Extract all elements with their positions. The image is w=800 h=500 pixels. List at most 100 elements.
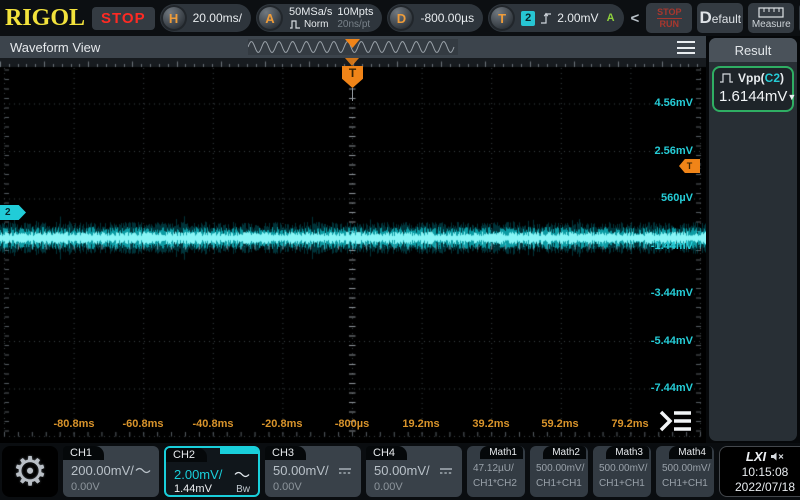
ruler-icon bbox=[758, 7, 784, 18]
channel2-active-strip bbox=[220, 448, 258, 454]
measure-label: Measure bbox=[752, 19, 791, 30]
time-label: -60.8ms bbox=[123, 418, 164, 430]
trigger-mode: A bbox=[607, 12, 615, 24]
channel2-card[interactable]: CH2 2.00mV/ 1.44mV Bw bbox=[164, 446, 260, 497]
trigger-control[interactable]: T 2 2.00mV A bbox=[488, 4, 623, 32]
voltage-label: -1.44mV bbox=[651, 239, 693, 253]
math2-card[interactable]: Math2 500.00mV/ CH1+CH1 bbox=[530, 446, 588, 497]
oscilloscope-screen: RIGOL STOP H 20.00ms/ A 50MSa/s Norm 10M… bbox=[0, 0, 800, 500]
math3-expression: CH1+CH1 bbox=[599, 478, 645, 489]
stop-label: STOP bbox=[657, 7, 681, 17]
rising-edge-icon bbox=[540, 11, 552, 25]
trigger-source-badge: 2 bbox=[521, 11, 535, 26]
dc-coupling-icon bbox=[337, 466, 353, 475]
rigol-gear-icon: ⚙ bbox=[12, 452, 48, 492]
channel1-offset: 0.00V bbox=[71, 481, 100, 493]
math1-scale: 47.12µU/ bbox=[473, 463, 514, 474]
memory-depth: 10Mpts bbox=[337, 6, 373, 18]
delay-knob-icon: D bbox=[388, 5, 414, 31]
voltage-label: 560µV bbox=[661, 191, 693, 205]
menu-expand-icon[interactable] bbox=[658, 408, 694, 434]
channel1-card[interactable]: CH1 200.00mV/ 0.00V bbox=[63, 446, 159, 497]
channel4-offset: 0.00V bbox=[374, 481, 403, 493]
voltage-label: 2.56mV bbox=[654, 144, 693, 158]
math1-tab: Math1 bbox=[480, 446, 523, 459]
grid-canvas[interactable] bbox=[0, 58, 706, 443]
channel3-card[interactable]: CH3 50.00mV/ 0.00V bbox=[265, 446, 361, 497]
sample-rate: 50MSa/s bbox=[289, 6, 332, 18]
channel2-tab: CH2 bbox=[166, 448, 207, 462]
math4-scale: 500.00mV/ bbox=[662, 463, 710, 474]
channel1-scale: 200.00mV/ bbox=[71, 463, 134, 478]
math3-card[interactable]: Math3 500.00mV/ CH1+CH1 bbox=[593, 446, 651, 497]
sample-resolution: 20ns/pt bbox=[337, 19, 370, 30]
channel4-tab: CH4 bbox=[366, 446, 407, 460]
math4-tab: Math4 bbox=[669, 446, 712, 459]
top-toolbar: RIGOL STOP H 20.00ms/ A 50MSa/s Norm 10M… bbox=[0, 0, 800, 36]
time-label: -20.8ms bbox=[262, 418, 303, 430]
measure-button[interactable]: Measure bbox=[748, 3, 794, 33]
channel3-tab: CH3 bbox=[265, 446, 306, 460]
vpp-channel: C2 bbox=[765, 71, 780, 85]
time-label: -800µs bbox=[335, 418, 369, 430]
math1-expression: CH1*CH2 bbox=[473, 478, 517, 489]
vpp-dropdown-icon[interactable]: ▼ bbox=[787, 92, 796, 102]
acquisition-knob-icon: A bbox=[257, 5, 283, 31]
toolbar-prev-button[interactable]: < bbox=[629, 10, 642, 27]
acquisition-status-badge: STOP bbox=[92, 7, 155, 30]
time-label: 19.2ms bbox=[402, 418, 439, 430]
time-label: 39.2ms bbox=[472, 418, 509, 430]
acquisition-control[interactable]: A 50MSa/s Norm 10Mpts 20ns/pt bbox=[256, 4, 383, 32]
delay-control[interactable]: D -800.00µs bbox=[387, 4, 483, 32]
clock-date: 2022/07/18 bbox=[735, 480, 795, 494]
channel4-card[interactable]: CH4 50.00mV/ 0.00V bbox=[366, 446, 462, 497]
time-label: 79.2ms bbox=[611, 418, 648, 430]
math4-card[interactable]: Math4 500.00mV/ CH1+CH1 bbox=[656, 446, 714, 497]
ac-coupling-icon bbox=[135, 466, 151, 475]
default-button[interactable]: Default bbox=[697, 3, 743, 33]
vpp-value: 1.6144mV bbox=[719, 88, 787, 105]
system-menu-button[interactable]: ⚙ bbox=[2, 446, 58, 497]
delay-value: -800.00µs bbox=[420, 11, 474, 25]
waveform-title: Waveform View bbox=[0, 40, 100, 55]
channel4-scale: 50.00mV/ bbox=[374, 463, 430, 478]
math4-expression: CH1+CH1 bbox=[662, 478, 708, 489]
trigger-position-stem bbox=[352, 88, 353, 101]
pulse-measurement-icon bbox=[719, 72, 734, 84]
speaker-muted-icon bbox=[770, 451, 784, 462]
time-label: 59.2ms bbox=[541, 418, 578, 430]
waveform-titlebar: Waveform View bbox=[0, 36, 706, 58]
voltage-label: 4.56mV bbox=[654, 96, 693, 110]
pulse-icon bbox=[289, 20, 302, 29]
voltage-label: -7.44mV bbox=[651, 381, 693, 395]
voltage-label: -3.44mV bbox=[651, 286, 693, 300]
waveform-menu-icon[interactable] bbox=[677, 41, 695, 54]
math3-scale: 500.00mV/ bbox=[599, 463, 647, 474]
time-label: -80.8ms bbox=[54, 418, 95, 430]
horizontal-scale-value: 20.00ms/ bbox=[193, 11, 242, 25]
horizontal-scale-control[interactable]: H 20.00ms/ bbox=[160, 4, 251, 32]
ruler-trigger-icon bbox=[345, 58, 359, 66]
waveform-grid[interactable]: T 2 T 4.56mV 2.56mV 560µV -1.44mV -3.44m… bbox=[0, 58, 706, 443]
result-panel: Result Vpp(C2) 1.6144mV ▼ bbox=[709, 38, 797, 441]
acquisition-mode: Norm bbox=[304, 19, 328, 30]
rigol-logo: RIGOL bbox=[5, 6, 85, 30]
channel3-scale: 50.00mV/ bbox=[273, 463, 329, 478]
trigger-level-value: 2.00mV bbox=[557, 11, 598, 25]
math2-tab: Math2 bbox=[543, 446, 586, 459]
run-label: RUN bbox=[657, 18, 683, 29]
default-rest: efault bbox=[712, 12, 741, 26]
math1-card[interactable]: Math1 47.12µU/ CH1*CH2 bbox=[467, 446, 525, 497]
time-label: -40.8ms bbox=[193, 418, 234, 430]
channel1-tab: CH1 bbox=[63, 446, 104, 460]
vpp-label: Vpp( bbox=[738, 71, 765, 85]
lxi-label: LXI bbox=[746, 449, 766, 464]
system-status-card[interactable]: LXI 10:15:08 2022/07/18 bbox=[719, 446, 800, 497]
stop-run-button[interactable]: STOP RUN bbox=[646, 3, 692, 33]
trigger-knob-icon: T bbox=[489, 5, 515, 31]
vpp-measurement-card[interactable]: Vpp(C2) 1.6144mV ▼ bbox=[712, 66, 794, 112]
channel2-scale: 2.00mV/ bbox=[174, 467, 222, 482]
waveform-window: Waveform View T 2 T 4.56mV 2.56mV 560µV … bbox=[0, 36, 706, 443]
math2-scale: 500.00mV/ bbox=[536, 463, 584, 474]
default-cap: D bbox=[699, 8, 711, 27]
